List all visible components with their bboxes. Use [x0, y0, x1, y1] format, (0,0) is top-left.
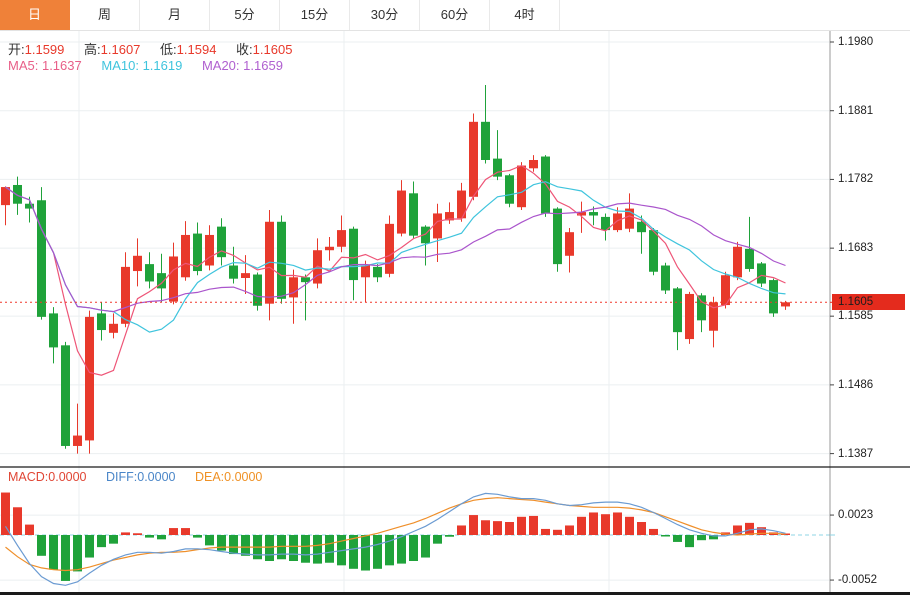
- trading-chart-app: 日 周 月 5分 15分 30分 60分 4时 开:1.1599 高:1.160…: [0, 0, 910, 597]
- price-axis-label: 1.1881: [838, 105, 873, 117]
- ma5-readout: MA5: 1.1637: [8, 58, 82, 73]
- last-price-tag: 1.1605: [832, 294, 905, 310]
- low-readout: 低:1.1594: [160, 42, 216, 57]
- price-axis-label: 1.1980: [838, 36, 873, 48]
- price-axis-label: 1.1585: [838, 310, 873, 322]
- tab-interval-30min[interactable]: 30分: [350, 0, 420, 30]
- tab-interval-month[interactable]: 月: [140, 0, 210, 30]
- price-axis-label: 1.1486: [838, 379, 873, 391]
- ohlc-readout: 开:1.1599 高:1.1607 低:1.1594 收:1.1605: [8, 39, 308, 58]
- tab-interval-day[interactable]: 日: [0, 0, 70, 30]
- macd-readout: MACD:0.0000 DIFF:0.0000 DEA:0.0000: [8, 470, 278, 484]
- close-readout: 收:1.1605: [236, 42, 292, 57]
- tab-interval-15min[interactable]: 15分: [280, 0, 350, 30]
- price-axis-label: 1.1387: [838, 448, 873, 460]
- tab-interval-5min[interactable]: 5分: [210, 0, 280, 30]
- high-readout: 高:1.1607: [84, 42, 140, 57]
- tab-interval-week[interactable]: 周: [70, 0, 140, 30]
- ma10-readout: MA10: 1.1619: [101, 58, 182, 73]
- candlestick-chart-canvas: [0, 0, 910, 597]
- tab-interval-4hour[interactable]: 4时: [490, 0, 560, 30]
- dea-value-readout: DEA:0.0000: [195, 470, 262, 484]
- ma20-readout: MA20: 1.1659: [202, 58, 283, 73]
- price-axis-label: 1.1782: [838, 173, 873, 185]
- price-axis-label: 1.1683: [838, 242, 873, 254]
- macd-axis-label: -0.0052: [838, 574, 877, 586]
- interval-tabbar: 日 周 月 5分 15分 30分 60分 4时: [0, 0, 910, 31]
- tab-interval-60min[interactable]: 60分: [420, 0, 490, 30]
- ma-readout: MA5: 1.1637 MA10: 1.1619 MA20: 1.1659: [8, 58, 299, 73]
- diff-value-readout: DIFF:0.0000: [106, 470, 175, 484]
- macd-value-readout: MACD:0.0000: [8, 470, 87, 484]
- macd-axis-label: 0.0023: [838, 509, 873, 521]
- open-readout: 开:1.1599: [8, 42, 64, 57]
